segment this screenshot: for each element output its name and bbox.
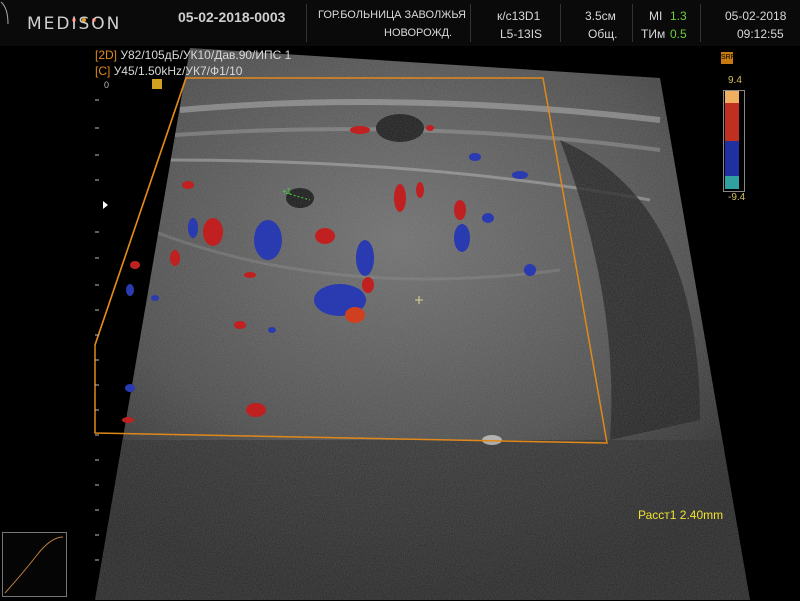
color-scale-top: 9.4	[728, 75, 742, 86]
param-tag-2d: [2D]	[95, 48, 118, 62]
param-line-2d: [2D] У82/105дБ/УК10/Дав.90/ИПС 1	[95, 48, 291, 62]
gray-curve-icon	[4, 536, 64, 594]
tim-label: ТИм	[641, 27, 666, 41]
color-scale-bottom: -9.4	[728, 192, 746, 203]
exam-date: 05-02-2018	[725, 9, 787, 23]
color-scale-bar	[723, 90, 745, 192]
exam-time: 09:12:55	[737, 27, 784, 41]
exam-id: 05-02-2018-0003	[178, 9, 286, 25]
measurement-value: 2.40mm	[679, 508, 724, 522]
probe: L5-13IS	[500, 27, 543, 41]
header-bar: MEDISON 05-02-2018-0003 ГОР.БОЛЬНИЦА ЗАВ…	[0, 0, 800, 46]
measurement-readout: Расст1 2.40mm	[638, 508, 723, 522]
mi-value: 1.3	[670, 9, 687, 23]
mi-label: MI	[649, 9, 663, 23]
hospital-name: ГОР.БОЛЬНИЦА ЗАВОЛЖЬЯ	[318, 9, 466, 21]
param-text-2d: У82/105дБ/УК10/Дав.90/ИПС 1	[120, 48, 292, 62]
brand-logo: MEDISON	[27, 14, 122, 34]
param-tag-color: [C]	[95, 64, 111, 78]
param-text-color: У45/1.50kHz/УК7/Ф1/10	[113, 64, 243, 78]
depth: 3.5см	[585, 9, 616, 23]
preset: к/с13D1	[497, 9, 541, 23]
depth-zero-label: 0	[104, 80, 110, 90]
srf-badge: SRF	[721, 52, 735, 64]
tim-value: 0.5	[670, 27, 687, 41]
department: НОВОРОЖД.	[384, 27, 453, 39]
pointer-cursor-icon	[0, 1, 9, 25]
gray-map-thumbnail	[2, 532, 67, 597]
mode: Общ.	[588, 27, 618, 41]
measurement-label: Расст1	[638, 508, 677, 522]
focus-marker-icon[interactable]	[152, 79, 162, 89]
focus-pointer	[103, 201, 108, 209]
param-line-color: [C] У45/1.50kHz/УК7/Ф1/10	[95, 64, 242, 78]
caliper-marker: +1	[282, 187, 292, 196]
